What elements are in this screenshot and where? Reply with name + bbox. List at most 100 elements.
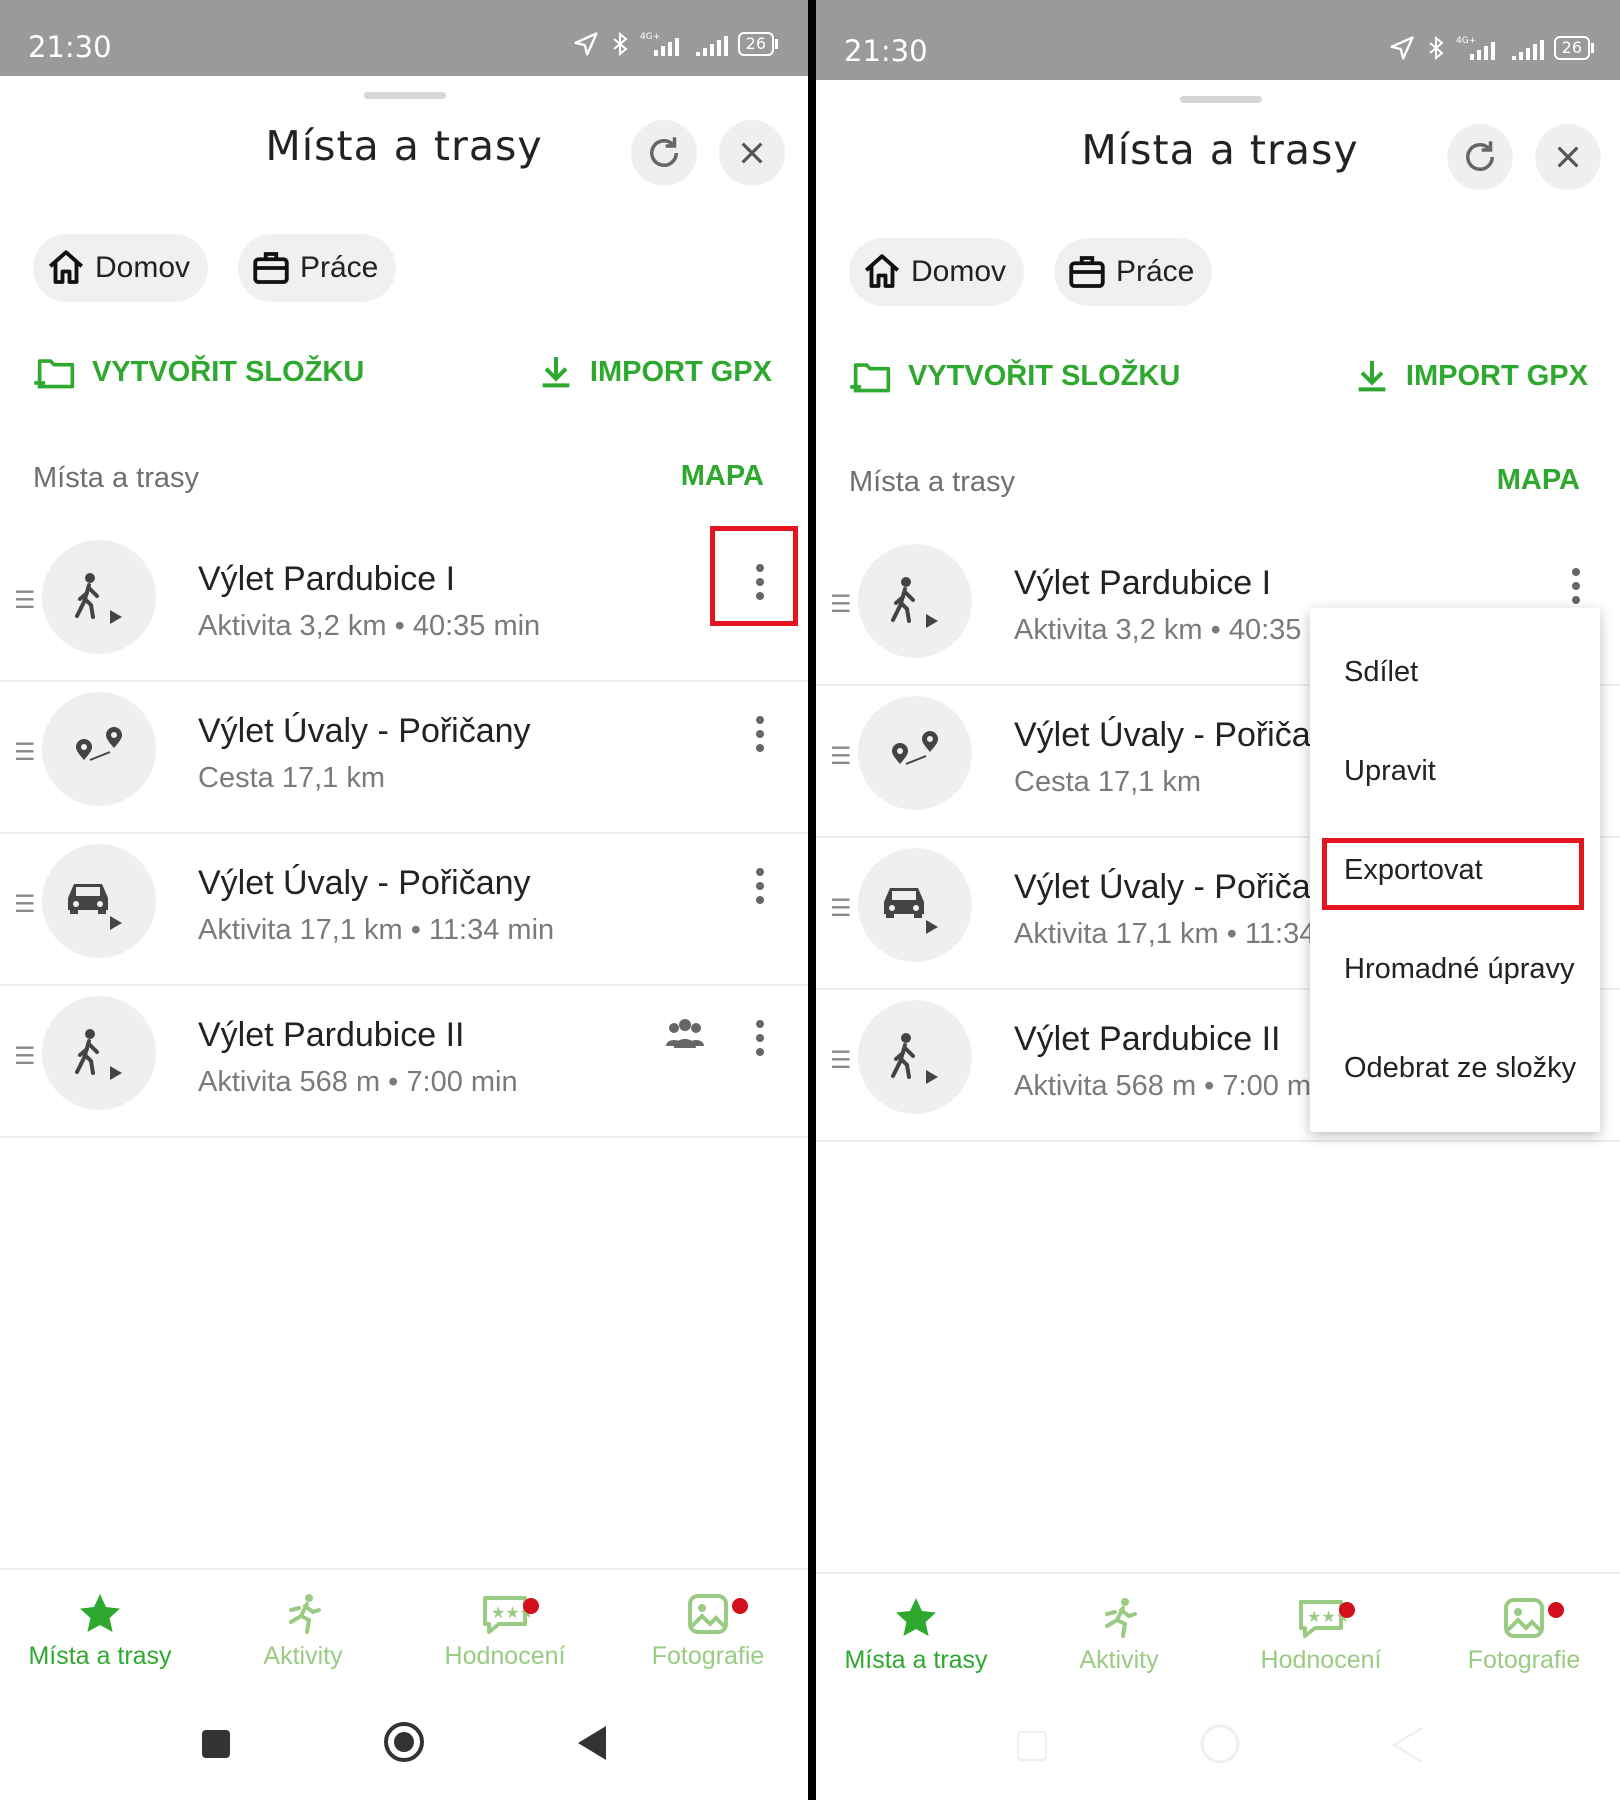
recents-icon[interactable]	[200, 1728, 232, 1760]
drag-handle-icon[interactable]: ☰	[830, 894, 852, 922]
nav-photos[interactable]: Fotografie	[608, 1590, 808, 1671]
back-icon[interactable]	[576, 1724, 608, 1762]
nav-label: Hodnocení	[444, 1642, 566, 1670]
nav-label: Aktivity	[1079, 1646, 1159, 1674]
add-folder-icon	[850, 363, 891, 393]
menu-item-edit[interactable]: Upravit	[1344, 755, 1436, 788]
more-options-button[interactable]	[742, 1008, 778, 1068]
walking-icon	[42, 996, 156, 1110]
drag-handle-icon[interactable]: ☰	[830, 590, 852, 618]
briefcase-icon	[253, 252, 289, 284]
item-title: Výlet Úvaly - Pořičany	[198, 864, 531, 902]
nav-ratings[interactable]: ★★★ Hodnocení	[1221, 1594, 1421, 1675]
walking-icon	[42, 540, 156, 654]
drag-handle-icon[interactable]: ☰	[14, 738, 36, 766]
notification-badge	[523, 1598, 539, 1614]
import-gpx-button[interactable]: IMPORT GPX	[536, 352, 772, 392]
system-nav-bar	[816, 1690, 1620, 1800]
drag-handle-icon[interactable]: ☰	[830, 742, 852, 770]
list-item[interactable]: ☰ Výlet Úvaly - Pořičany Cesta 17,1 km	[0, 682, 808, 834]
sheet-handle[interactable]	[1180, 96, 1262, 103]
menu-item-remove-from-folder[interactable]: Odebrat ze složky	[1344, 1052, 1576, 1085]
briefcase-icon	[1069, 256, 1105, 288]
nav-label: Fotografie	[651, 1642, 765, 1670]
item-subtitle: Aktivita 3,2 km • 40:35 min	[198, 610, 541, 642]
nav-photos[interactable]: Fotografie	[1424, 1594, 1620, 1675]
home-chip-label: Domov	[911, 255, 1007, 288]
refresh-button[interactable]	[631, 120, 697, 186]
work-chip[interactable]: Práce	[238, 234, 397, 302]
home-chip[interactable]: Domov	[33, 234, 209, 302]
nav-ratings[interactable]: ★★★ Hodnocení	[405, 1590, 605, 1671]
home-icon	[864, 254, 900, 288]
running-icon	[289, 1594, 321, 1634]
notification-badge	[1548, 1602, 1564, 1618]
nav-places[interactable]: Místa a trasy	[0, 1590, 200, 1671]
refresh-icon	[650, 137, 678, 167]
drag-handle-icon[interactable]: ☰	[14, 1042, 36, 1070]
item-subtitle: Cesta 17,1 km	[198, 762, 385, 794]
signal-icon: 4G+	[640, 32, 679, 56]
nav-places[interactable]: Místa a trasy	[816, 1594, 1016, 1675]
drag-handle-icon[interactable]: ☰	[14, 586, 36, 614]
section-label: Místa a trasy	[849, 466, 1015, 498]
rating-chat-icon: ★★★	[1299, 1600, 1347, 1638]
bottom-nav: Místa a trasy Aktivity ★★★ Hodnocení Fot…	[816, 1572, 1620, 1694]
running-icon	[1105, 1598, 1137, 1638]
refresh-icon	[1466, 141, 1494, 171]
nav-label: Hodnocení	[1260, 1646, 1382, 1674]
more-options-button[interactable]	[742, 856, 778, 916]
nav-label: Aktivity	[263, 1642, 343, 1670]
walking-icon	[858, 1000, 972, 1114]
star-icon	[896, 1598, 936, 1636]
list-item[interactable]: ☰ Výlet Pardubice II Aktivita 568 m • 7:…	[0, 986, 808, 1138]
back-icon[interactable]	[1392, 1726, 1424, 1764]
highlight-more-options	[710, 526, 798, 626]
more-options-button[interactable]	[1558, 556, 1594, 616]
work-chip[interactable]: Práce	[1054, 238, 1213, 306]
menu-item-share[interactable]: Sdílet	[1344, 656, 1418, 689]
notification-badge	[732, 1598, 748, 1614]
close-icon	[1557, 146, 1579, 168]
nav-activities[interactable]: Aktivity	[203, 1590, 403, 1671]
sheet-handle[interactable]	[364, 92, 446, 99]
bottom-nav: Místa a trasy Aktivity ★★★ Hodnocení Fot…	[0, 1568, 808, 1690]
item-subtitle: Aktivita 17,1 km • 11:34 min	[198, 914, 555, 946]
home-chip-label: Domov	[95, 251, 191, 284]
work-chip-label: Práce	[1116, 255, 1195, 288]
more-options-button[interactable]	[742, 704, 778, 764]
home-nav-icon[interactable]	[382, 1720, 426, 1764]
nav-label: Místa a trasy	[28, 1642, 172, 1670]
home-nav-icon[interactable]	[1198, 1722, 1242, 1766]
drag-handle-icon[interactable]: ☰	[14, 890, 36, 918]
import-gpx-label: IMPORT GPX	[1405, 359, 1588, 392]
create-folder-button[interactable]: VYTVOŘIT SLOŽKU	[34, 352, 364, 392]
refresh-button[interactable]	[1447, 124, 1513, 190]
map-link[interactable]: MAPA	[681, 460, 764, 493]
group-icon	[666, 1019, 704, 1048]
close-button[interactable]	[1535, 124, 1601, 190]
item-title: Výlet Úvaly - Pořičany	[1014, 716, 1347, 754]
car-icon	[42, 844, 156, 958]
map-link[interactable]: MAPA	[1497, 464, 1580, 497]
work-chip-label: Práce	[300, 251, 379, 284]
close-button[interactable]	[719, 120, 785, 186]
nav-activities[interactable]: Aktivity	[1019, 1594, 1219, 1675]
menu-item-bulk-edit[interactable]: Hromadné úpravy	[1344, 953, 1575, 986]
item-subtitle: Aktivita 3,2 km • 40:35 min	[1014, 614, 1357, 646]
import-gpx-button[interactable]: IMPORT GPX	[1352, 356, 1588, 396]
nav-label: Místa a trasy	[844, 1646, 988, 1674]
walking-icon	[858, 544, 972, 658]
home-icon	[48, 250, 84, 284]
list-item[interactable]: ☰ Výlet Úvaly - Pořičany Aktivita 17,1 k…	[0, 834, 808, 986]
status-icons: 4G+ 26	[572, 30, 779, 58]
bluetooth-icon	[613, 31, 628, 57]
drag-handle-icon[interactable]: ☰	[830, 1046, 852, 1074]
system-nav-bar	[0, 1690, 808, 1800]
list-item[interactable]: ☰ Výlet Pardubice I Aktivita 3,2 km • 40…	[0, 530, 808, 682]
recents-icon[interactable]	[1016, 1730, 1048, 1762]
home-chip[interactable]: Domov	[849, 238, 1025, 306]
create-folder-button[interactable]: VYTVOŘIT SLOŽKU	[850, 356, 1180, 396]
item-subtitle: Cesta 17,1 km	[1014, 766, 1201, 798]
item-title: Výlet Úvaly - Pořičany	[198, 712, 531, 750]
